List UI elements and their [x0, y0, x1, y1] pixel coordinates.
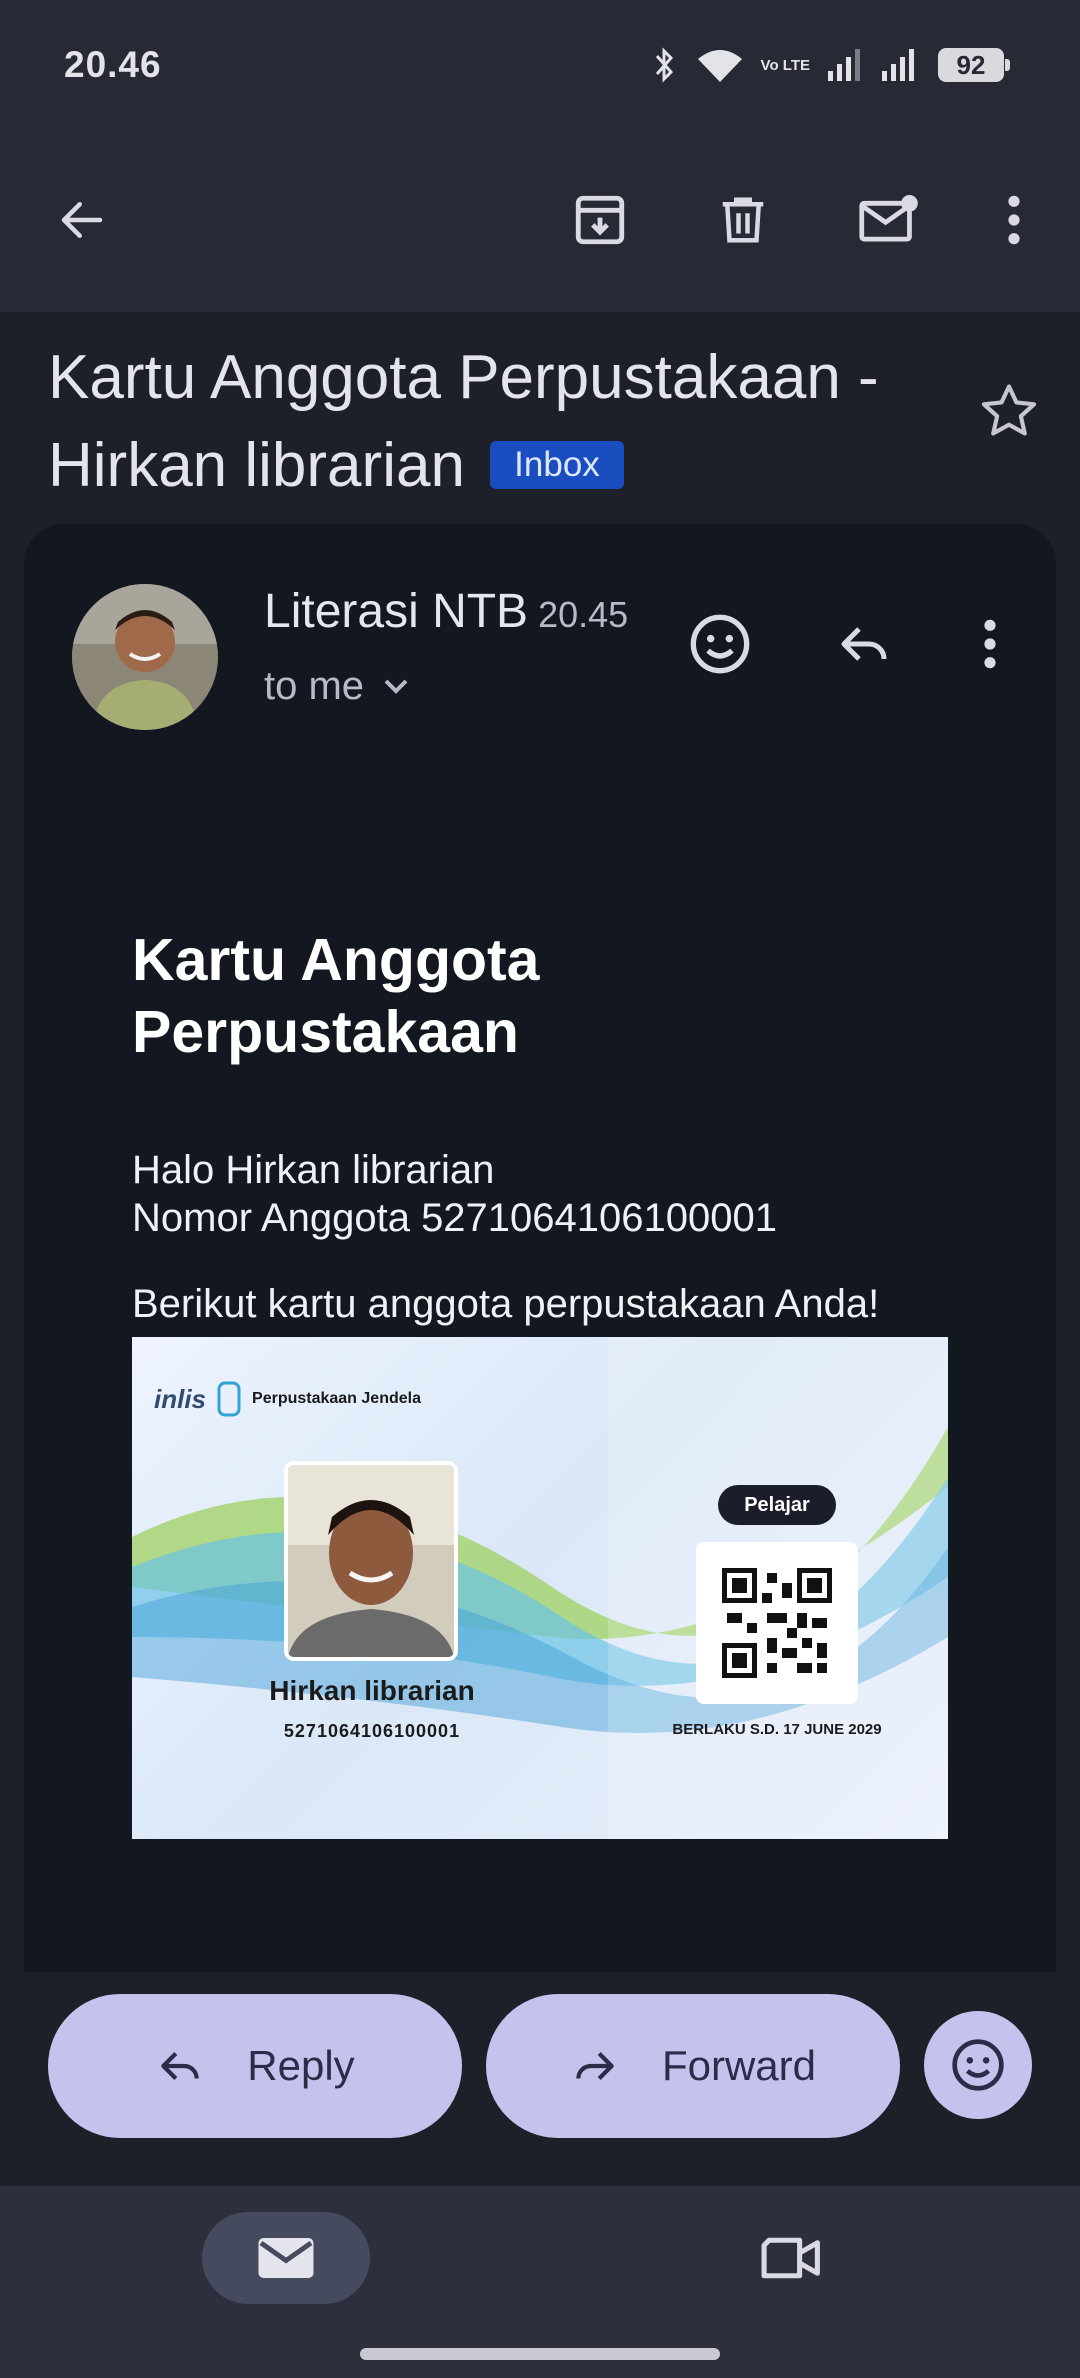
archive-button[interactable] — [560, 180, 640, 260]
subject-text: Kartu Anggota Perpustakaan - Hirkan libr… — [48, 343, 879, 500]
bluetooth-icon — [655, 47, 673, 83]
wifi-icon — [697, 50, 742, 82]
reply-button[interactable]: Reply — [48, 1994, 462, 2138]
email-greeting: Halo Hirkan librarian — [132, 1148, 495, 1192]
delete-button[interactable] — [703, 180, 783, 260]
forward-icon — [576, 2052, 614, 2080]
forward-label: Forward — [661, 2042, 817, 2089]
add-reaction-button[interactable] — [680, 604, 760, 684]
chevron-down-icon — [384, 679, 408, 694]
archive-icon — [575, 195, 625, 245]
book-icon — [217, 1381, 241, 1417]
card-valid-until: BERLAKU S.D. 17 JUNE 2029 — [672, 1721, 882, 1738]
reply-icon-button[interactable] — [824, 604, 904, 684]
qr-code-icon — [722, 1568, 832, 1678]
forward-button[interactable]: Forward — [486, 1994, 900, 2138]
status-bar: 20.46 Vo LTE 92 — [0, 0, 1080, 130]
membership-card-image[interactable]: inlis Perpustakaan Jendela Hirkan librar… — [132, 1337, 948, 1839]
member-name: Hirkan librarian — [269, 1675, 475, 1706]
member-number: 5271064106100001 — [283, 1721, 461, 1741]
sender-avatar[interactable] — [72, 584, 218, 730]
more-vert-icon — [1008, 195, 1020, 245]
nav-meet-tab[interactable] — [752, 2212, 832, 2304]
back-button[interactable] — [42, 180, 122, 260]
arrow-left-icon — [61, 202, 103, 238]
email-toolbar — [0, 150, 1080, 280]
email-content: Kartu Anggota Perpustakaan - Hirkan libr… — [0, 312, 1080, 2186]
reply-icon — [841, 627, 887, 661]
video-camera-icon — [761, 2237, 820, 2279]
reply-icon — [161, 2052, 200, 2080]
status-icons: Vo LTE 92 — [649, 46, 1010, 84]
emoji-icon — [690, 614, 750, 674]
volte-indicator: Vo LTE — [760, 56, 810, 74]
sender-name[interactable]: Literasi NTB — [264, 585, 528, 638]
email-time: 20.45 — [538, 594, 629, 635]
member-photo — [284, 1461, 458, 1661]
inbox-label-chip[interactable]: Inbox — [490, 441, 624, 489]
email-member-number: Nomor Anggota 5271064106100001 — [132, 1196, 777, 1240]
action-bar: Reply Forward — [0, 1994, 1080, 2138]
battery-indicator: 92 — [938, 48, 1010, 82]
email-body-title: Kartu Anggota Perpustakaan — [132, 927, 540, 1065]
emoji-icon — [952, 2039, 1004, 2091]
recipient-label: to me — [264, 664, 365, 708]
email-subject: Kartu Anggota Perpustakaan - Hirkan libr… — [48, 334, 948, 510]
signal-icon-2 — [882, 49, 914, 81]
nav-mail-tab[interactable] — [202, 2212, 370, 2304]
star-button[interactable] — [978, 380, 1040, 447]
avatar-photo — [72, 584, 218, 730]
library-name: Perpustakaan Jendela — [252, 1390, 421, 1407]
recipient-toggle[interactable]: to me — [264, 664, 410, 709]
sender-row: Literasi NTB 20.45 — [264, 584, 628, 639]
more-vert-icon — [984, 619, 996, 669]
trash-icon — [722, 197, 764, 243]
more-options-button[interactable] — [974, 180, 1054, 260]
library-logo: inlis Perpustakaan Jendela — [154, 1379, 421, 1419]
member-photo-image — [288, 1465, 454, 1657]
reply-label: Reply — [247, 2042, 355, 2089]
react-button[interactable] — [924, 2011, 1032, 2119]
member-category-badge: Pelajar — [718, 1485, 836, 1525]
mail-unread-icon — [859, 194, 918, 242]
email-intro: Berikut kartu anggota perpustakaan Anda! — [132, 1282, 880, 1326]
mail-icon — [258, 2238, 314, 2278]
signal-icon-1 — [828, 49, 860, 81]
email-message-card: Literasi NTB 20.45 to me Kartu Anggota Pe… — [24, 524, 1056, 1972]
bottom-navigation — [0, 2186, 1080, 2378]
qr-code — [696, 1542, 858, 1704]
status-time: 20.46 — [64, 44, 162, 85]
message-more-button[interactable] — [950, 604, 1030, 684]
mark-unread-button[interactable] — [848, 180, 928, 260]
inlis-logo: inlis — [154, 1383, 207, 1414]
home-indicator[interactable] — [360, 2348, 720, 2360]
star-icon — [981, 384, 1037, 436]
